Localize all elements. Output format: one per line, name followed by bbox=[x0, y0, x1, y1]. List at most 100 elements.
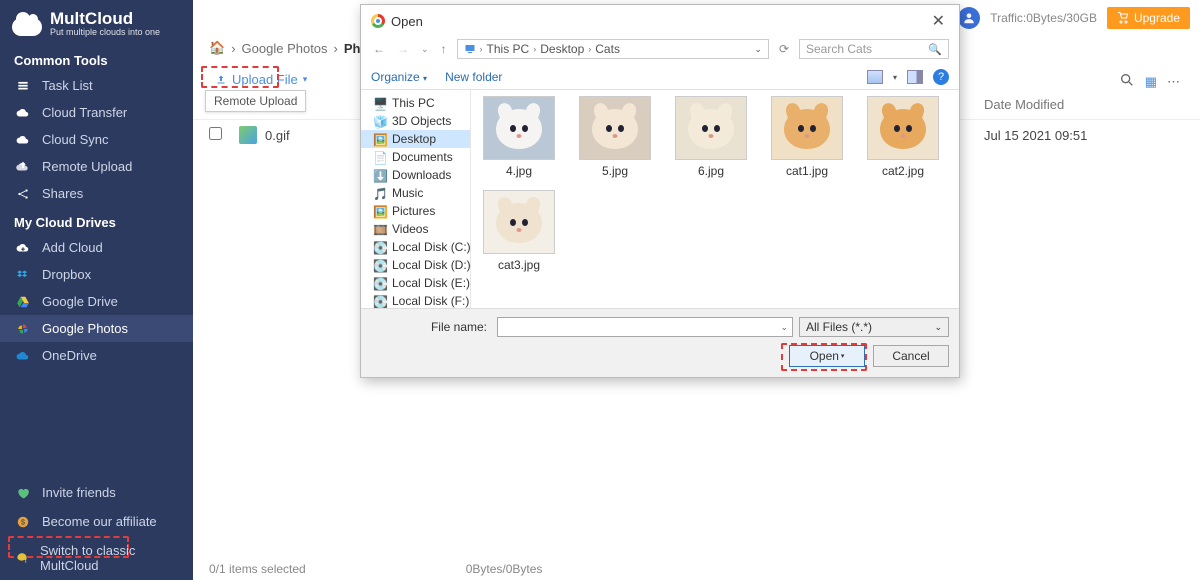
tree-item-local-disk-c-[interactable]: 💽Local Disk (C:) bbox=[361, 238, 470, 256]
preview-pane-button[interactable] bbox=[907, 70, 923, 84]
sidebar-item-remote-upload[interactable]: Remote Upload bbox=[0, 153, 193, 180]
chevron-right-icon: › bbox=[480, 44, 483, 54]
close-icon[interactable]: ✕ bbox=[928, 11, 949, 31]
sidebar-item-label: Cloud Transfer bbox=[42, 105, 127, 120]
filetype-filter[interactable]: All Files (*.*) ⌄ bbox=[799, 317, 949, 337]
tree-label: Videos bbox=[392, 222, 428, 236]
breadcrumb-seg1[interactable]: Google Photos bbox=[242, 41, 328, 56]
tree-item-local-disk-d-[interactable]: 💽Local Disk (D:) bbox=[361, 256, 470, 274]
sidebar-item-label: Become our affiliate bbox=[42, 514, 157, 529]
chevron-down-icon[interactable]: ⌄ bbox=[754, 44, 762, 55]
file-open-dialog: Open ✕ ← → ⌄ ↑ › This PC › Desktop › Cat… bbox=[360, 4, 960, 378]
sidebar-item-label: Dropbox bbox=[42, 267, 91, 282]
back-icon[interactable]: ← bbox=[371, 42, 387, 56]
file-item[interactable]: cat1.jpg bbox=[769, 96, 845, 178]
search-icon: 🔍 bbox=[928, 43, 942, 56]
view-mode-button[interactable] bbox=[867, 70, 883, 84]
footer-become-our-affiliate[interactable]: $ Become our affiliate bbox=[0, 507, 193, 536]
avatar[interactable] bbox=[958, 7, 980, 29]
3d-icon: 🧊 bbox=[373, 115, 387, 127]
organize-button[interactable]: Organize ▾ bbox=[371, 70, 427, 84]
sidebar-item-cloud-sync[interactable]: Cloud Sync bbox=[0, 126, 193, 153]
svg-text:$: $ bbox=[21, 519, 25, 526]
col-date[interactable]: Date Modified bbox=[984, 97, 1184, 113]
brand-logo[interactable]: MultCloud Put multiple clouds into one bbox=[0, 0, 193, 45]
address-bar[interactable]: › This PC › Desktop › Cats ⌄ bbox=[457, 39, 769, 59]
sidebar-item-onedrive[interactable]: OneDrive bbox=[0, 342, 193, 369]
recent-dropdown-icon[interactable]: ⌄ bbox=[419, 44, 431, 55]
chevron-down-icon[interactable]: ▾ bbox=[893, 73, 897, 82]
sidebar-item-label: Add Cloud bbox=[42, 240, 103, 255]
refresh-icon[interactable]: ⟳ bbox=[777, 42, 791, 56]
music-icon: 🎵 bbox=[373, 187, 387, 199]
view-controls: ▦ ⋯ bbox=[1119, 72, 1180, 91]
tree-item-music[interactable]: 🎵Music bbox=[361, 184, 470, 202]
status-selected: 0/1 items selected bbox=[209, 562, 306, 576]
thumbnail bbox=[483, 190, 555, 254]
forward-icon[interactable]: → bbox=[395, 42, 411, 56]
tool-icon bbox=[14, 79, 32, 93]
dialog-search-input[interactable]: Search Cats 🔍 bbox=[799, 39, 949, 59]
chevron-right-icon: › bbox=[334, 41, 338, 56]
file-item[interactable]: 6.jpg bbox=[673, 96, 749, 178]
file-icon bbox=[239, 126, 257, 144]
chevron-down-icon: ▾ bbox=[423, 74, 427, 83]
tree-item-local-disk-f-[interactable]: 💽Local Disk (F:) bbox=[361, 292, 470, 308]
grid-view-icon[interactable]: ▦ bbox=[1145, 74, 1157, 90]
up-icon[interactable]: ↑ bbox=[439, 42, 449, 56]
disk-icon: 💽 bbox=[373, 259, 387, 271]
more-icon[interactable]: ⋯ bbox=[1167, 74, 1180, 90]
file-name: 0.gif bbox=[265, 128, 290, 143]
home-icon[interactable]: 🏠 bbox=[209, 40, 225, 56]
file-grid: 4.jpg 5.jpg 6.jpg cat1.jpg cat2.jpg cat3.jpg bbox=[471, 90, 959, 308]
tree-item-local-disk-e-[interactable]: 💽Local Disk (E:) bbox=[361, 274, 470, 292]
footer-switch-to-classic-multcloud[interactable]: Switch to classic MultCloud bbox=[0, 536, 193, 580]
file-item[interactable]: cat3.jpg bbox=[481, 190, 557, 272]
sidebar-item-shares[interactable]: Shares bbox=[0, 180, 193, 207]
file-label: 4.jpg bbox=[506, 164, 532, 178]
search-icon[interactable] bbox=[1119, 72, 1135, 91]
chrome-icon bbox=[371, 14, 385, 28]
chevron-down-icon[interactable]: ⌄ bbox=[780, 322, 788, 333]
drive-icon bbox=[14, 241, 32, 255]
tree-label: Local Disk (C:) bbox=[392, 240, 471, 254]
drive-icon bbox=[14, 322, 32, 336]
pc-icon: 🖥️ bbox=[373, 97, 387, 109]
tree-item-documents[interactable]: 📄Documents bbox=[361, 148, 470, 166]
upgrade-button[interactable]: Upgrade bbox=[1107, 7, 1190, 29]
tree-item-desktop[interactable]: 🖼️Desktop bbox=[361, 130, 470, 148]
chevron-right-icon: › bbox=[533, 44, 536, 54]
brand-name: MultCloud bbox=[50, 10, 160, 27]
new-folder-button[interactable]: New folder bbox=[445, 70, 502, 84]
cancel-button[interactable]: Cancel bbox=[873, 345, 949, 367]
row-checkbox[interactable] bbox=[209, 127, 222, 140]
file-item[interactable]: 5.jpg bbox=[577, 96, 653, 178]
tree-item-downloads[interactable]: ⬇️Downloads bbox=[361, 166, 470, 184]
tree-label: 3D Objects bbox=[392, 114, 451, 128]
sidebar-item-label: Invite friends bbox=[42, 485, 116, 500]
tree-item-3d-objects[interactable]: 🧊 3D Objects bbox=[361, 112, 470, 130]
tooltip-remote-upload: Remote Upload bbox=[205, 90, 306, 112]
tree-item-videos[interactable]: 🎞️Videos bbox=[361, 220, 470, 238]
sidebar-item-label: Google Drive bbox=[42, 294, 118, 309]
upload-file-button[interactable]: Upload File ▾ bbox=[209, 70, 313, 89]
file-item[interactable]: 4.jpg bbox=[481, 96, 557, 178]
drive-icon bbox=[14, 295, 32, 309]
tree-label: Local Disk (F:) bbox=[392, 294, 469, 308]
tree-item-this-pc[interactable]: 🖥️This PC bbox=[361, 94, 470, 112]
sidebar-item-add-cloud[interactable]: Add Cloud bbox=[0, 234, 193, 261]
sidebar-item-task-list[interactable]: Task List bbox=[0, 72, 193, 99]
cart-icon bbox=[1117, 12, 1129, 24]
sidebar-item-cloud-transfer[interactable]: Cloud Transfer bbox=[0, 99, 193, 126]
tree-item-pictures[interactable]: 🖼️Pictures bbox=[361, 202, 470, 220]
open-button[interactable]: Open ▾ bbox=[789, 345, 865, 367]
file-item[interactable]: cat2.jpg bbox=[865, 96, 941, 178]
filename-input[interactable]: ⌄ bbox=[497, 317, 793, 337]
sidebar-item-dropbox[interactable]: Dropbox bbox=[0, 261, 193, 288]
filename-label: File name: bbox=[371, 320, 491, 334]
footer-invite-friends[interactable]: Invite friends bbox=[0, 478, 193, 507]
sidebar-item-google-photos[interactable]: Google Photos bbox=[0, 315, 193, 342]
status-bar: 0/1 items selected 0Bytes/0Bytes bbox=[209, 562, 1184, 576]
help-icon[interactable]: ? bbox=[933, 69, 949, 85]
sidebar-item-google-drive[interactable]: Google Drive bbox=[0, 288, 193, 315]
